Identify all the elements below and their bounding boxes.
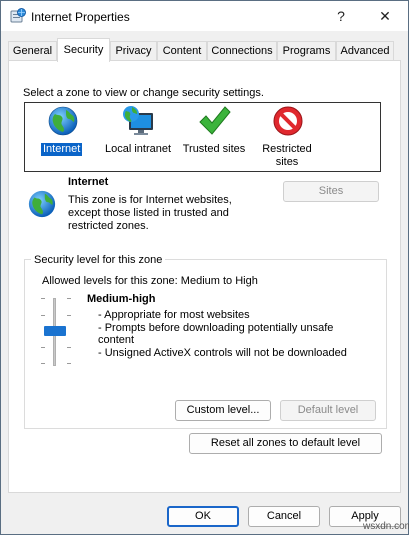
- zone-internet[interactable]: Internet: [41, 105, 85, 159]
- cancel-button[interactable]: Cancel: [248, 506, 320, 527]
- allowed-levels-text: Allowed levels for this zone: Medium to …: [42, 275, 258, 287]
- title-bar[interactable]: Internet Properties ? ✕: [1, 1, 408, 31]
- zone-label: Restricted sites: [262, 143, 312, 168]
- security-level-group-title: Security level for this zone: [31, 254, 166, 266]
- internet-properties-dialog: Internet Properties ? ✕ General Security…: [0, 0, 409, 535]
- tab-advanced[interactable]: Advanced: [336, 41, 394, 61]
- tab-connections[interactable]: Connections: [207, 41, 277, 61]
- level-detail-line: - Prompts before downloading potentially…: [98, 321, 334, 334]
- zone-local-intranet[interactable]: Local intranet: [102, 105, 174, 159]
- tab-general[interactable]: General: [8, 41, 57, 61]
- reset-all-zones-button[interactable]: Reset all zones to default level: [189, 433, 382, 454]
- zone-label: Local intranet: [104, 143, 172, 155]
- level-detail-line: - Unsigned ActiveX controls will not be …: [98, 346, 347, 359]
- security-level-slider-thumb[interactable]: [44, 326, 66, 336]
- slider-tick: [41, 298, 45, 299]
- tab-content[interactable]: Content: [157, 41, 207, 61]
- default-level-button[interactable]: Default level: [280, 400, 376, 421]
- security-level-details: - Appropriate for most websites - Prompt…: [98, 309, 347, 359]
- security-level-name: Medium-high: [87, 293, 156, 305]
- zone-label: Trusted sites: [182, 143, 246, 155]
- tab-privacy[interactable]: Privacy: [110, 41, 157, 61]
- zone-prompt: Select a zone to view or change security…: [23, 87, 264, 99]
- slider-tick: [41, 315, 45, 316]
- zone-trusted-sites[interactable]: Trusted sites: [179, 105, 249, 159]
- zone-description-line: restricted zones.: [68, 220, 149, 232]
- window-title: Internet Properties: [31, 10, 130, 24]
- globe-icon: [47, 105, 79, 137]
- internet-options-icon: [10, 8, 26, 24]
- checkmark-icon: [197, 105, 231, 137]
- slider-tick: [41, 363, 45, 364]
- slider-tick: [67, 298, 71, 299]
- close-icon: ✕: [379, 8, 391, 24]
- watermark: wsxdn.com: [363, 521, 409, 532]
- level-detail-line: content: [98, 334, 135, 346]
- no-entry-icon: [272, 105, 304, 137]
- custom-level-button[interactable]: Custom level...: [175, 400, 271, 421]
- zone-name: Internet: [68, 176, 109, 188]
- help-icon: ?: [337, 8, 345, 24]
- ok-button[interactable]: OK: [167, 506, 239, 527]
- zone-restricted-sites[interactable]: Restricted sites: [259, 105, 315, 169]
- tab-security[interactable]: Security: [57, 38, 110, 62]
- zone-description: This zone is for Internet websites, exce…: [68, 194, 232, 233]
- slider-tick: [67, 347, 71, 348]
- monitor-globe-icon: [122, 105, 156, 137]
- slider-tick: [67, 315, 71, 316]
- slider-tick: [67, 363, 71, 364]
- zone-description-line: This zone is for Internet websites,: [68, 194, 232, 206]
- help-button[interactable]: ?: [319, 1, 363, 31]
- globe-icon: [27, 189, 57, 219]
- zone-label: Internet: [41, 143, 83, 156]
- zone-description-line: except those listed in trusted and: [68, 207, 229, 219]
- level-detail-line: - Appropriate for most websites: [98, 309, 250, 321]
- slider-tick: [41, 347, 45, 348]
- close-button[interactable]: ✕: [363, 1, 407, 31]
- tab-programs[interactable]: Programs: [277, 41, 336, 61]
- sites-button[interactable]: Sites: [283, 181, 379, 202]
